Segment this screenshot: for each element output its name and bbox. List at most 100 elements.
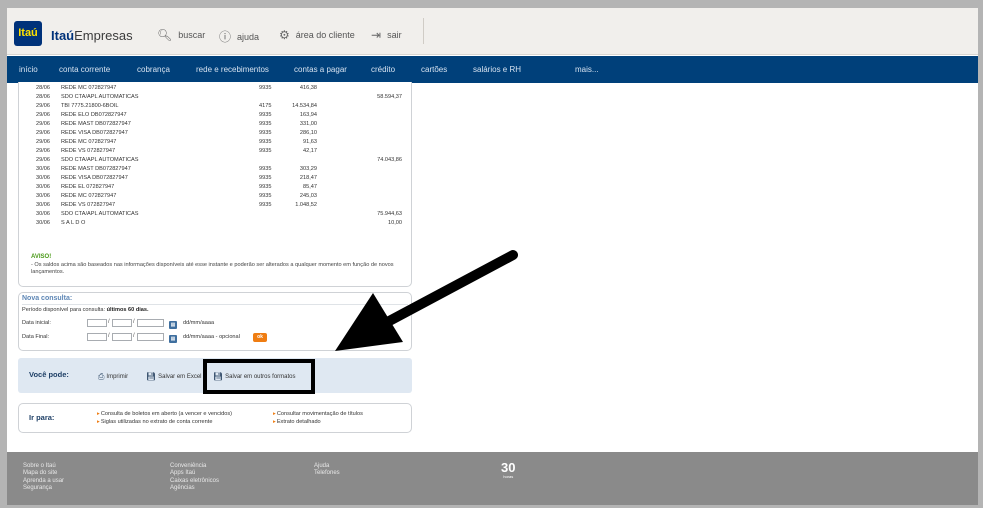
top-bar: Itaú ItaúEmpresas 🔍︎ buscar ⓘ ajuda ⚙ ár… — [7, 8, 978, 55]
row-agency: 9935 — [259, 175, 272, 181]
row-date: 30/06 — [36, 220, 50, 226]
new-query-title: Nova consulta: — [22, 295, 73, 302]
footer-link[interactable]: Segurança — [23, 485, 64, 492]
end-format-hint: dd/mm/aaaa - opcional — [183, 334, 240, 340]
start-year-input[interactable] — [137, 319, 164, 327]
start-month-input[interactable] — [112, 319, 132, 327]
end-month-input[interactable] — [112, 333, 132, 341]
row-value: 85,47 — [303, 184, 317, 190]
table-row: 29/06 REDE ELO DB072827947 9935 163,94 — [29, 111, 404, 120]
aviso-title: AVISO! — [31, 254, 52, 260]
divider — [22, 304, 408, 305]
row-description: REDE MAST DB072827947 — [61, 121, 131, 127]
footer-link[interactable]: Conveniência — [170, 463, 219, 470]
row-agency: 9935 — [259, 202, 272, 208]
table-row: 29/06 SDO CTA/APL AUTOMATICAS 74.043,86 — [29, 156, 404, 165]
row-description: SDO CTA/APL AUTOMATICAS — [61, 157, 139, 163]
end-year-input[interactable] — [137, 333, 164, 341]
search-icon: 🔍︎ — [157, 28, 173, 42]
footer-link[interactable]: Ajuda — [314, 463, 340, 470]
date-separator: / — [108, 319, 110, 325]
row-description: SDO CTA/APL AUTOMATICAS — [61, 211, 139, 217]
link-extrato-detalhado[interactable]: Extrato detalhado — [273, 419, 321, 425]
calendar-icon[interactable]: ▦ — [169, 321, 177, 329]
nav-item-contas-a-pagar[interactable]: contas a pagar — [294, 65, 347, 74]
table-row: 28/06 REDE MC 072827947 9935 416,38 — [29, 84, 404, 93]
nav-item-cobranca[interactable]: cobrança — [137, 65, 170, 74]
row-value: 286,10 — [299, 130, 317, 136]
table-row: 30/06 REDE MC 072827947 9935 245,03 — [29, 192, 404, 201]
row-date: 29/06 — [36, 121, 50, 127]
print-button[interactable]: ⎙ Imprimir — [98, 372, 128, 382]
row-description: REDE ELO DB072827947 — [61, 112, 127, 118]
printer-icon: ⎙ — [98, 372, 105, 381]
footer-link[interactable]: Agências — [170, 485, 219, 492]
link-siglas[interactable]: Siglas utilizadas no extrato de conta co… — [97, 419, 213, 425]
print-label: Imprimir — [106, 374, 129, 380]
search-label: buscar — [178, 30, 206, 40]
nav-item-salarios-rh[interactable]: salários e RH — [473, 65, 521, 74]
date-separator: / — [108, 333, 110, 339]
nav-item-cartoes[interactable]: cartões — [421, 65, 447, 74]
logout-link[interactable]: ⇥ sair — [371, 28, 402, 42]
save-excel-label: Salvar em Excel — [158, 373, 202, 380]
row-date: 30/06 — [36, 202, 50, 208]
highlight-box — [203, 359, 315, 394]
go-to-title: Ir para: — [29, 413, 55, 422]
start-format-hint: dd/mm/aaaa — [183, 320, 215, 326]
footer-link[interactable]: Telefones — [314, 470, 340, 477]
end-date-label: Data Final: — [22, 334, 50, 340]
row-agency: 9935 — [259, 130, 272, 136]
footer: Sobre o Itaú Mapa do site Aprenda a usar… — [7, 452, 978, 505]
table-row: 29/06 REDE MAST DB072827947 9935 331,00 — [29, 120, 404, 129]
row-value: 14.534,84 — [292, 103, 317, 109]
client-area-link[interactable]: ⚙ área do cliente — [279, 28, 355, 42]
nav-item-mais[interactable]: mais... — [575, 65, 599, 74]
row-description: TBI 7775.21800-6BOIL — [61, 103, 119, 109]
date-separator: / — [133, 333, 135, 339]
row-description: REDE VISA DB072827947 — [61, 175, 128, 181]
save-excel-button[interactable]: 💾︎ Salvar em Excel — [146, 372, 202, 381]
footer-col-2: Conveniência Apps Itaú Caixas eletrônico… — [170, 463, 219, 492]
footer-link[interactable]: Mapa do site — [23, 470, 64, 477]
period-value: últimos 60 dias. — [106, 307, 149, 313]
start-day-input[interactable] — [87, 319, 107, 327]
nav-item-conta-corrente[interactable]: conta corrente — [59, 65, 110, 74]
row-description: REDE MAST DB072827947 — [61, 166, 131, 172]
footer-link[interactable]: Sobre o Itaú — [23, 463, 64, 470]
link-movimentacao-titulos[interactable]: Consultar movimentação de títulos — [273, 411, 363, 417]
nav-item-rede-recebimentos[interactable]: rede e recebimentos — [196, 65, 269, 74]
footer-link[interactable]: Caixas eletrônicos — [170, 478, 219, 485]
calendar-icon[interactable]: ▦ — [169, 335, 177, 343]
row-value: 1.048,52 — [295, 202, 317, 208]
statement-table: 28/06 REDE MC 072827947 9935 416,38 28/06 SDO… — [29, 84, 404, 228]
nav-item-credito[interactable]: crédito — [371, 65, 395, 74]
end-day-input[interactable] — [87, 333, 107, 341]
row-description: SDO CTA/APL AUTOMATICAS — [61, 94, 139, 100]
footer-col-3: Ajuda Telefones — [314, 463, 340, 478]
table-row: 30/06 REDE EL 072827947 9935 85,47 — [29, 183, 404, 192]
top-divider — [423, 18, 424, 44]
itau-logo[interactable]: Itaú — [14, 21, 42, 46]
aviso-text: - Os saldos acima são baseados nas infor… — [31, 262, 394, 275]
help-link[interactable]: ⓘ ajuda — [219, 28, 259, 45]
row-date: 30/06 — [36, 175, 50, 181]
row-date: 29/06 — [36, 130, 50, 136]
period-label: Período disponível para consulta: — [22, 307, 106, 313]
row-date: 30/06 — [36, 166, 50, 172]
new-query-panel: Nova consulta: Período disponível para c… — [18, 292, 412, 351]
date-separator: / — [133, 319, 135, 325]
link-open-boletos[interactable]: Consulta de boletos em aberto (a vencer … — [97, 411, 232, 417]
row-agency: 9935 — [259, 193, 272, 199]
row-agency: 9935 — [259, 139, 272, 145]
footer-link[interactable]: Apps Itaú — [170, 470, 219, 477]
row-date: 29/06 — [36, 148, 50, 154]
table-row: 29/06 TBI 7775.21800-6BOIL 4175 14.534,84 — [29, 102, 404, 111]
brand-prefix: Itaú — [51, 28, 75, 43]
ok-button[interactable]: ok — [253, 333, 267, 342]
row-value: 245,03 — [299, 193, 317, 199]
search-link[interactable]: 🔍︎ buscar — [157, 28, 205, 42]
row-description: REDE MC 072827947 — [61, 139, 117, 145]
nav-item-inicio[interactable]: início — [19, 65, 38, 74]
footer-link[interactable]: Aprenda a usar — [23, 478, 64, 485]
